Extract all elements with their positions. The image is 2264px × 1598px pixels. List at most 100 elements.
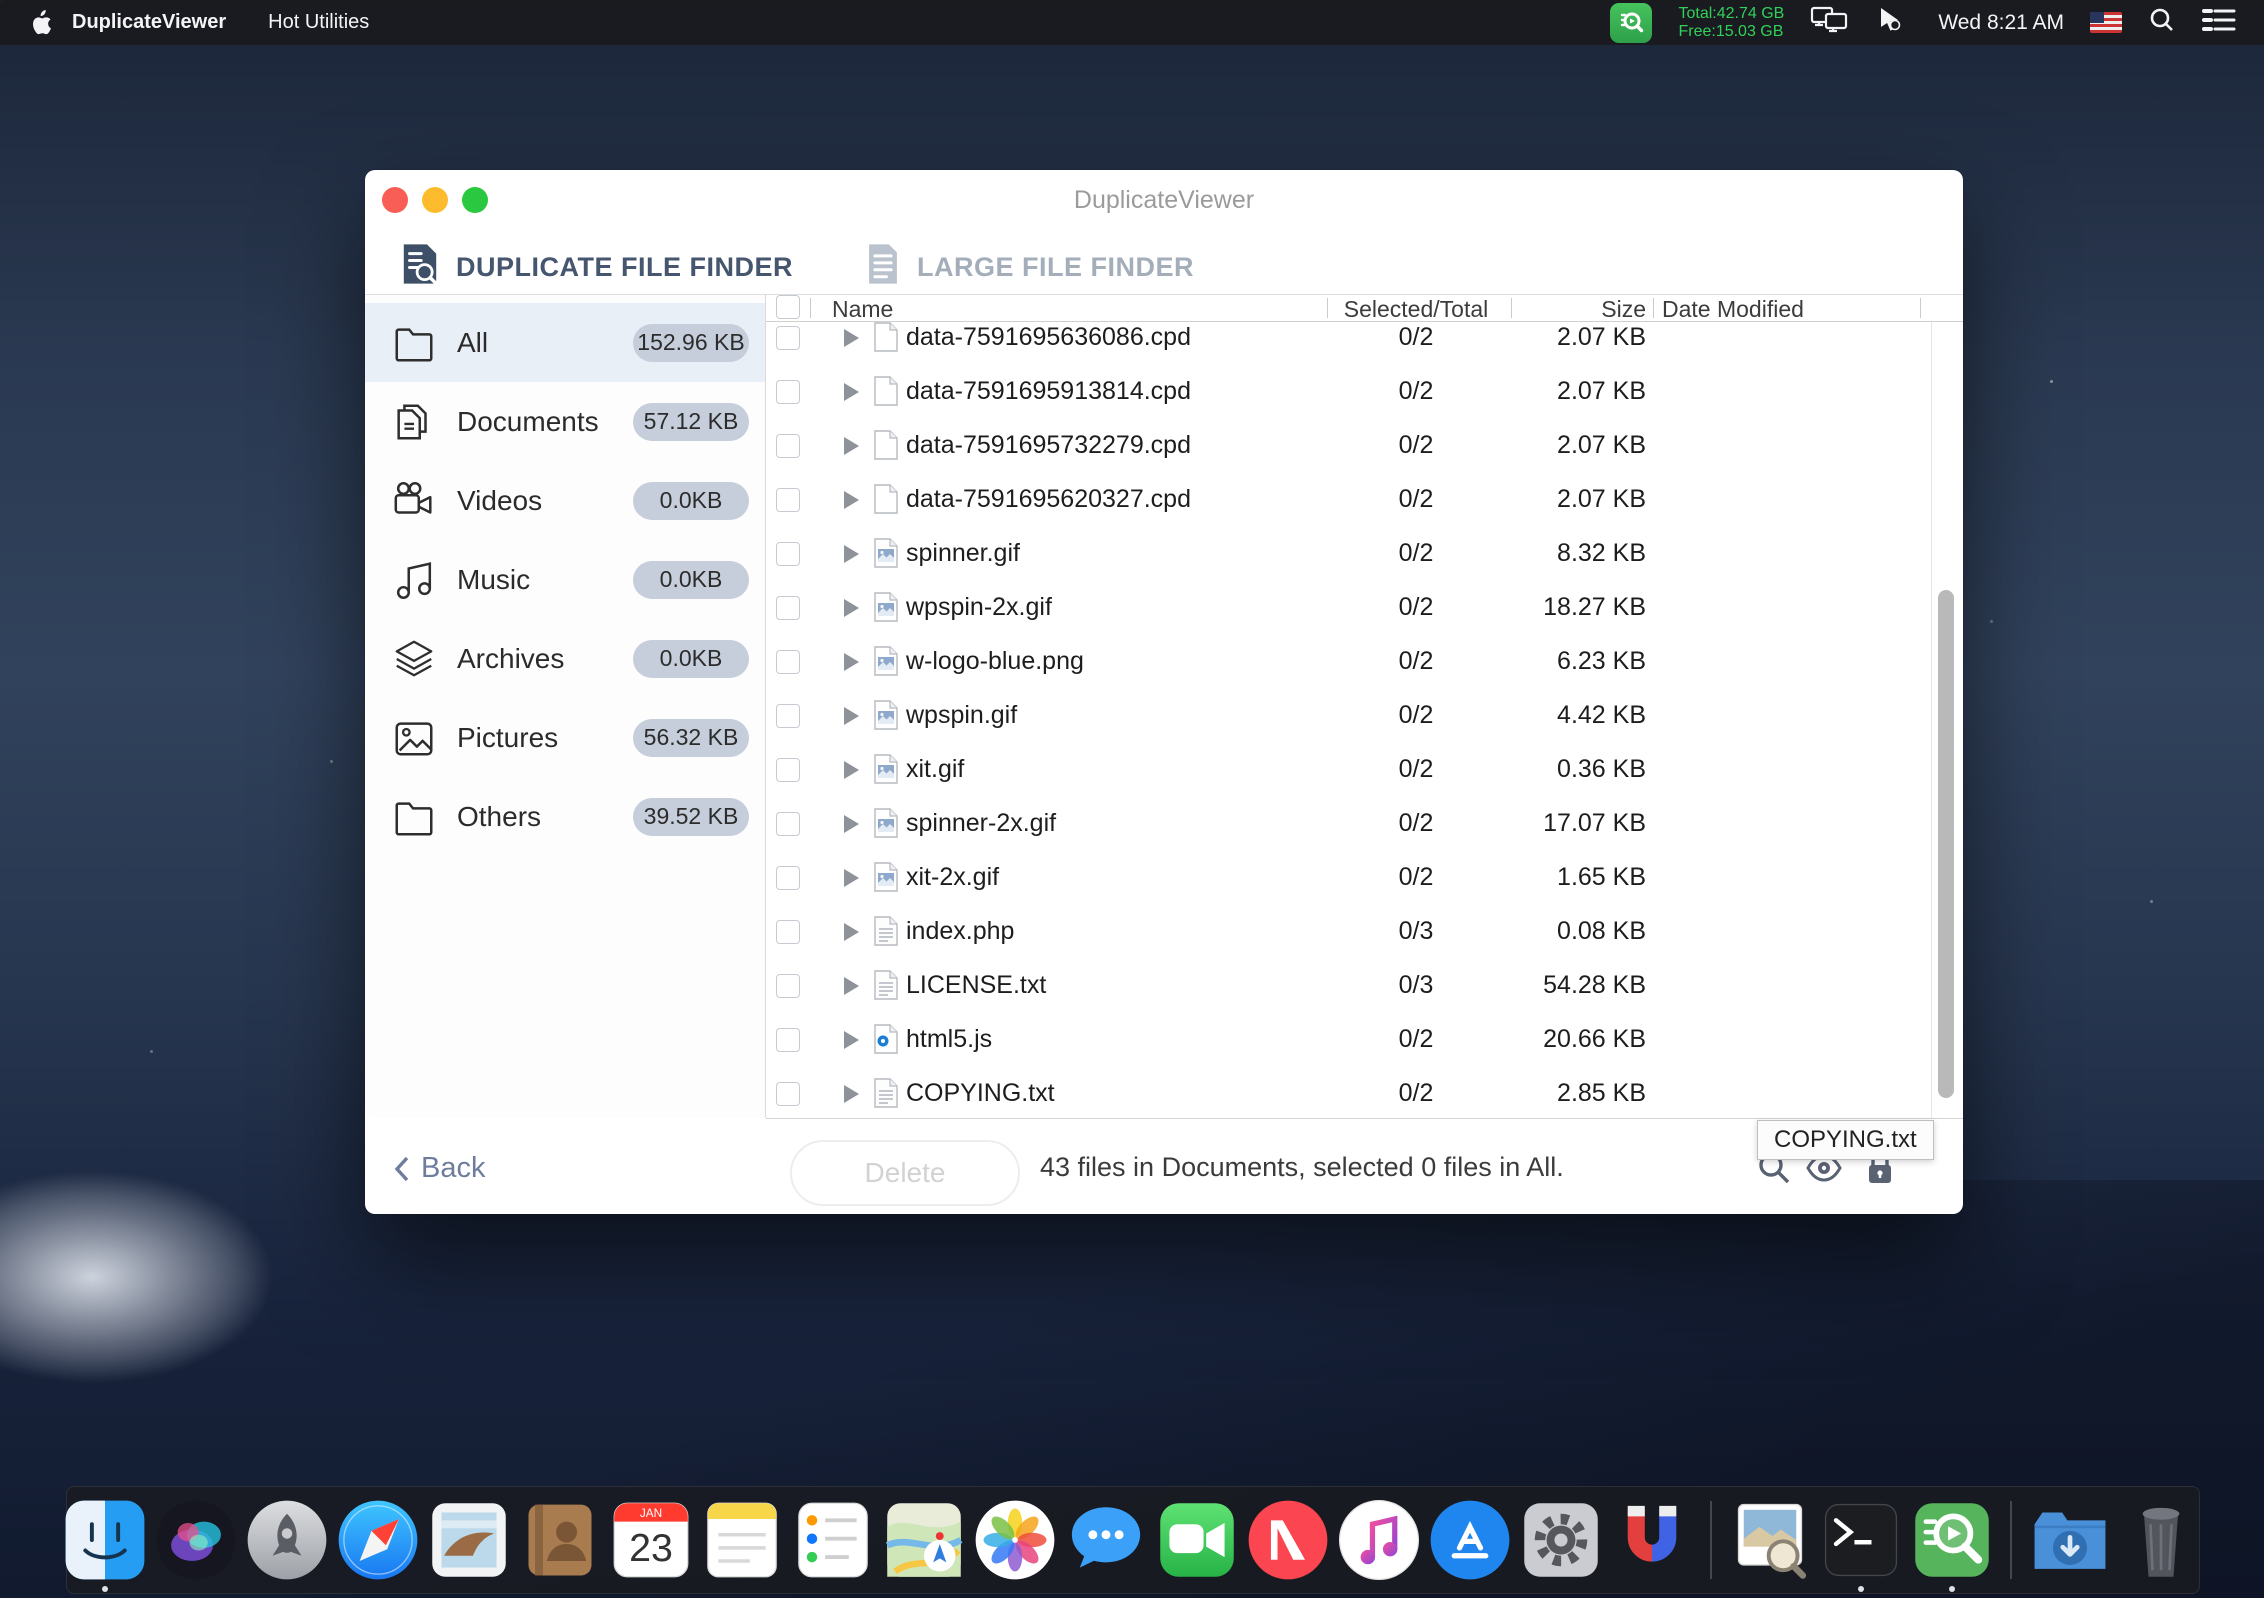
dock-icon-siri[interactable] [154, 1498, 238, 1582]
sidebar-item-archives[interactable]: Archives 0.0KB [365, 619, 765, 698]
table-row[interactable]: xit-2x.gif 0/2 1.65 KB [766, 850, 1963, 904]
us-flag-input-icon[interactable] [2090, 12, 2122, 33]
dock-icon-preview[interactable] [1728, 1498, 1812, 1582]
row-checkbox[interactable] [776, 704, 800, 728]
row-checkbox[interactable] [776, 866, 800, 890]
table-row[interactable]: data-7591695636086.cpd 0/2 2.07 KB [766, 322, 1963, 364]
row-checkbox[interactable] [776, 542, 800, 566]
column-header-size[interactable]: Size [1526, 296, 1646, 323]
dock-icon-mail[interactable] [427, 1498, 511, 1582]
disclosure-triangle-icon[interactable] [844, 653, 859, 671]
column-header-selected-total[interactable]: Selected/Total [1341, 296, 1491, 323]
dock-icon-photos[interactable] [973, 1498, 1057, 1582]
table-row[interactable]: wpspin.gif 0/2 4.42 KB [766, 688, 1963, 742]
dock-icon-maps[interactable] [882, 1498, 966, 1582]
table-row[interactable]: html5.js 0/2 20.66 KB [766, 1012, 1963, 1066]
tab-duplicate-file-finder[interactable]: DUPLICATE FILE FINDER [400, 240, 793, 295]
dock-icon-reminders[interactable] [791, 1498, 875, 1582]
disclosure-triangle-icon[interactable] [844, 329, 859, 347]
sidebar-item-pictures[interactable]: Pictures 56.32 KB [365, 698, 765, 777]
row-checkbox[interactable] [776, 974, 800, 998]
table-row[interactable]: xit.gif 0/2 0.36 KB [766, 742, 1963, 796]
notification-center-icon[interactable] [2202, 7, 2236, 39]
menu-app-name[interactable]: DuplicateViewer [72, 11, 226, 34]
disclosure-triangle-icon[interactable] [844, 491, 859, 509]
table-row[interactable]: data-7591695620327.cpd 0/2 2.07 KB [766, 472, 1963, 526]
table-row[interactable]: index.php 0/3 0.08 KB [766, 904, 1963, 958]
sidebar-item-documents[interactable]: Documents 57.12 KB [365, 382, 765, 461]
dock-icon-duplicateviewer[interactable] [1910, 1498, 1994, 1582]
dock-icon-launchpad[interactable] [245, 1498, 329, 1582]
table-row[interactable]: COPYING.txt 0/2 2.85 KB [766, 1066, 1963, 1118]
sidebar-item-all[interactable]: All 152.96 KB [365, 303, 765, 382]
scrollbar-thumb[interactable] [1938, 590, 1954, 1098]
disclosure-triangle-icon[interactable] [844, 1085, 859, 1103]
disclosure-triangle-icon[interactable] [844, 707, 859, 725]
column-header-name[interactable]: Name [832, 296, 893, 323]
disclosure-triangle-icon[interactable] [844, 977, 859, 995]
disclosure-triangle-icon[interactable] [844, 545, 859, 563]
row-checkbox[interactable] [776, 920, 800, 944]
row-checkbox[interactable] [776, 758, 800, 782]
back-button[interactable]: Back [393, 1152, 485, 1185]
sidebar-item-videos[interactable]: Videos 0.0KB [365, 461, 765, 540]
table-row[interactable]: data-7591695913814.cpd 0/2 2.07 KB [766, 364, 1963, 418]
dock-icon-magnet[interactable] [1610, 1498, 1694, 1582]
row-checkbox[interactable] [776, 1028, 800, 1052]
dock-icon-downloads[interactable] [2028, 1498, 2112, 1582]
remote-cursor-menu-icon[interactable] [1876, 5, 1906, 41]
table-row[interactable]: data-7591695732279.cpd 0/2 2.07 KB [766, 418, 1963, 472]
disclosure-triangle-icon[interactable] [844, 815, 859, 833]
row-checkbox[interactable] [776, 326, 800, 350]
dock-icon-calendar[interactable]: JAN23 [609, 1498, 693, 1582]
displays-menu-icon[interactable] [1810, 5, 1850, 41]
row-checkbox[interactable] [776, 1082, 800, 1106]
table-row[interactable]: LICENSE.txt 0/3 54.28 KB [766, 958, 1963, 1012]
dock-icon-finder[interactable] [63, 1498, 147, 1582]
disk-usage-readout[interactable]: Total:42.74 GB Free:15.03 GB [1678, 5, 1784, 41]
row-checkbox[interactable] [776, 488, 800, 512]
dock-icon-app-store[interactable] [1428, 1498, 1512, 1582]
disclosure-triangle-icon[interactable] [844, 437, 859, 455]
table-row[interactable]: w-logo-blue.png 0/2 6.23 KB [766, 634, 1963, 688]
row-checkbox[interactable] [776, 380, 800, 404]
dock-icon-contacts[interactable] [518, 1498, 602, 1582]
dock-icon-facetime[interactable] [1155, 1498, 1239, 1582]
row-checkbox[interactable] [776, 596, 800, 620]
sidebar-item-music[interactable]: Music 0.0KB [365, 540, 765, 619]
dock-icon-trash[interactable] [2119, 1498, 2203, 1582]
dock-icon-system-preferences[interactable] [1519, 1498, 1603, 1582]
select-all-checkbox[interactable] [776, 295, 800, 319]
disclosure-triangle-icon[interactable] [844, 761, 859, 779]
menu-clock[interactable]: Wed 8:21 AM [1938, 11, 2064, 35]
table-row[interactable]: wpspin-2x.gif 0/2 18.27 KB [766, 580, 1963, 634]
file-name: LICENSE.txt [906, 971, 1046, 1000]
disclosure-triangle-icon[interactable] [844, 599, 859, 617]
table-row[interactable]: spinner.gif 0/2 8.32 KB [766, 526, 1963, 580]
close-window-button[interactable] [382, 187, 408, 213]
tab-large-file-finder[interactable]: LARGE FILE FINDER [865, 240, 1194, 295]
row-checkbox[interactable] [776, 650, 800, 674]
zoom-window-button[interactable] [462, 187, 488, 213]
dock-icon-messages[interactable] [1064, 1498, 1148, 1582]
sidebar-item-others[interactable]: Others 39.52 KB [365, 777, 765, 856]
dock-icon-terminal[interactable] [1819, 1498, 1903, 1582]
dock-icon-safari[interactable] [336, 1498, 420, 1582]
apple-menu-icon[interactable] [28, 10, 54, 36]
menu-item-hot-utilities[interactable]: Hot Utilities [268, 11, 369, 34]
column-header-date-modified[interactable]: Date Modified [1662, 296, 1804, 323]
spotlight-search-icon[interactable] [2148, 6, 2176, 40]
dock-icon-news[interactable] [1246, 1498, 1330, 1582]
row-checkbox[interactable] [776, 812, 800, 836]
row-checkbox[interactable] [776, 434, 800, 458]
dock-icon-notes[interactable] [700, 1498, 784, 1582]
disclosure-triangle-icon[interactable] [844, 383, 859, 401]
dock-icon-itunes[interactable] [1337, 1498, 1421, 1582]
disclosure-triangle-icon[interactable] [844, 923, 859, 941]
disclosure-triangle-icon[interactable] [844, 1031, 859, 1049]
delete-button[interactable]: Delete [790, 1140, 1020, 1206]
table-row[interactable]: spinner-2x.gif 0/2 17.07 KB [766, 796, 1963, 850]
duplicateviewer-status-icon[interactable] [1610, 3, 1652, 43]
disclosure-triangle-icon[interactable] [844, 869, 859, 887]
minimize-window-button[interactable] [422, 187, 448, 213]
